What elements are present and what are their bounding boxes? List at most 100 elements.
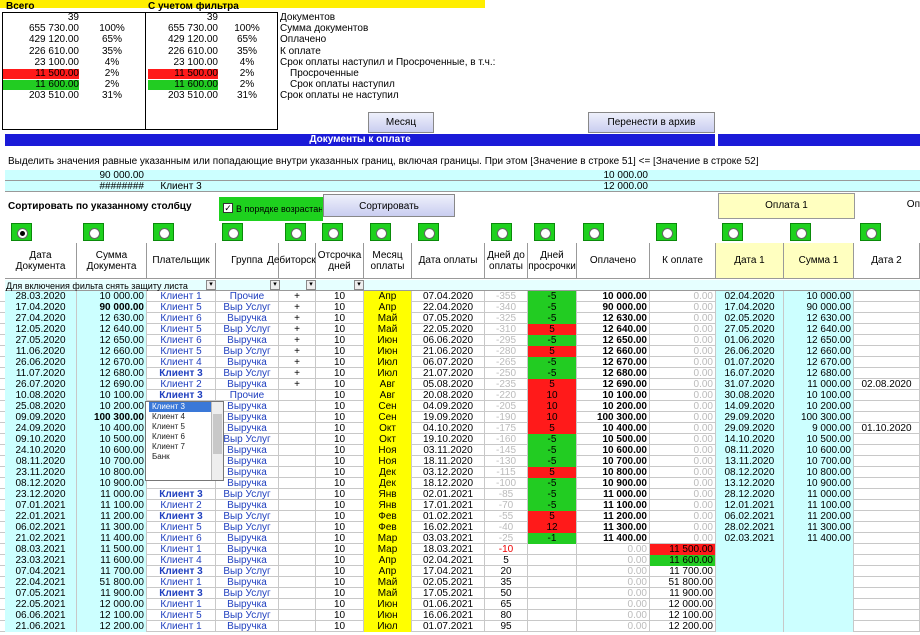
table-cell[interactable]: Клиент 4 bbox=[147, 555, 216, 566]
table-cell[interactable]: Прочие bbox=[216, 291, 279, 302]
table-cell[interactable]: 11 900.00 bbox=[77, 588, 147, 599]
table-cell[interactable]: 18.11.2020 bbox=[412, 456, 485, 467]
table-cell[interactable]: 06.02.2021 bbox=[5, 522, 77, 533]
sort-radio-9[interactable] bbox=[534, 223, 555, 241]
sort-radio-8[interactable] bbox=[491, 223, 512, 241]
table-cell[interactable]: Выручка bbox=[216, 544, 279, 555]
column-header-6[interactable]: Месяц оплаты bbox=[364, 243, 412, 279]
sort-radio-6[interactable] bbox=[370, 223, 391, 241]
table-cell[interactable]: Выр Услуг bbox=[216, 324, 279, 335]
table-cell[interactable]: 06.06.2020 bbox=[412, 335, 485, 346]
table-cell[interactable]: 11.07.2020 bbox=[5, 368, 77, 379]
table-cell[interactable]: 22.01.2021 bbox=[5, 511, 77, 522]
table-cell[interactable]: Выручка bbox=[216, 412, 279, 423]
table-cell[interactable]: 22.05.2021 bbox=[5, 599, 77, 610]
column-header-5[interactable]: Отсрочка дней bbox=[316, 243, 364, 279]
table-cell[interactable]: 24.10.2020 bbox=[5, 445, 77, 456]
table-cell[interactable]: Клиент 5 bbox=[147, 346, 216, 357]
table-cell[interactable]: 16.02.2021 bbox=[412, 522, 485, 533]
table-cell[interactable]: Выручка bbox=[216, 555, 279, 566]
table-cell[interactable]: 51 800.00 bbox=[77, 577, 147, 588]
table-cell[interactable]: 10 600.00 bbox=[77, 445, 147, 456]
month-button[interactable]: Месяц bbox=[368, 112, 434, 133]
sort-radio-0[interactable] bbox=[11, 223, 32, 241]
table-cell[interactable]: Выр Услуг bbox=[216, 489, 279, 500]
table-cell[interactable]: 08.12.2020 bbox=[5, 478, 77, 489]
table-cell[interactable]: 04.10.2020 bbox=[412, 423, 485, 434]
client-dropdown[interactable]: Клиент 3 Клиент 4 Клиент 5 Клиент 6 Клиент 7… bbox=[145, 401, 224, 481]
table-cell[interactable]: 17.04.2020 bbox=[5, 302, 77, 313]
table-cell[interactable]: Выручка bbox=[216, 445, 279, 456]
table-cell[interactable]: 22.05.2020 bbox=[412, 324, 485, 335]
table-cell[interactable]: 18.12.2020 bbox=[412, 478, 485, 489]
table-cell[interactable]: 12 200.00 bbox=[77, 621, 147, 632]
table-cell[interactable]: 12 000.00 bbox=[77, 599, 147, 610]
table-cell[interactable]: 12 640.00 bbox=[77, 324, 147, 335]
table-cell[interactable]: 11 400.00 bbox=[77, 533, 147, 544]
sort-radio-13[interactable] bbox=[790, 223, 811, 241]
table-cell[interactable]: Выр Услуг bbox=[216, 434, 279, 445]
table-cell[interactable]: 10 500.00 bbox=[77, 434, 147, 445]
column-header-12[interactable]: Дата 1 bbox=[716, 243, 784, 279]
table-cell[interactable]: Выр Услуг bbox=[216, 511, 279, 522]
table-cell[interactable]: 12 670.00 bbox=[77, 357, 147, 368]
table-cell[interactable]: Клиент 3 bbox=[147, 368, 216, 379]
table-cell[interactable]: 18.03.2021 bbox=[412, 544, 485, 555]
autofilter-button-2[interactable]: ▾ bbox=[306, 280, 316, 290]
table-cell[interactable]: Выручка bbox=[216, 313, 279, 324]
table-cell[interactable]: Клиент 3 bbox=[147, 511, 216, 522]
table-cell[interactable]: Клиент 1 bbox=[147, 621, 216, 632]
table-cell[interactable]: 07.05.2021 bbox=[5, 588, 77, 599]
column-header-10[interactable]: Оплачено bbox=[577, 243, 650, 279]
table-cell[interactable]: Выр Услуг bbox=[216, 368, 279, 379]
table-cell[interactable]: 10 800.00 bbox=[77, 467, 147, 478]
table-cell[interactable]: 07.04.2020 bbox=[412, 291, 485, 302]
table-cell[interactable]: 12 100.00 bbox=[77, 610, 147, 621]
table-cell[interactable]: Клиент 1 bbox=[147, 577, 216, 588]
table-cell[interactable]: 12 660.00 bbox=[77, 346, 147, 357]
table-cell[interactable]: 11 600.00 bbox=[77, 555, 147, 566]
table-cell[interactable]: Выручка bbox=[216, 456, 279, 467]
column-header-13[interactable]: Сумма 1 bbox=[784, 243, 854, 279]
table-cell[interactable]: 21.07.2020 bbox=[412, 368, 485, 379]
table-cell[interactable]: 06.07.2020 bbox=[412, 357, 485, 368]
table-cell[interactable]: Выр Услуг bbox=[216, 522, 279, 533]
table-cell[interactable]: 07.01.2021 bbox=[5, 500, 77, 511]
filter-sum-min[interactable]: 90 000.00 bbox=[78, 171, 145, 181]
table-cell[interactable]: 12 690.00 bbox=[77, 379, 147, 390]
table-cell[interactable]: 23.03.2021 bbox=[5, 555, 77, 566]
table-cell[interactable]: 01.07.2021 bbox=[412, 621, 485, 632]
table-cell[interactable]: Клиент 2 bbox=[147, 500, 216, 511]
table-cell[interactable]: 10 100.00 bbox=[77, 390, 147, 401]
column-header-4[interactable]: Дебиторская bbox=[267, 243, 327, 279]
table-cell[interactable]: 20.08.2020 bbox=[412, 390, 485, 401]
table-cell[interactable]: 02.04.2021 bbox=[412, 555, 485, 566]
filter-pay-min[interactable]: 10 000.00 bbox=[580, 171, 649, 181]
table-cell[interactable]: Клиент 3 bbox=[147, 390, 216, 401]
asc-checkbox[interactable]: ✓ bbox=[223, 203, 233, 213]
table-cell[interactable]: 16.06.2021 bbox=[412, 610, 485, 621]
table-cell[interactable]: Выручка bbox=[216, 467, 279, 478]
table-cell[interactable]: 17.01.2021 bbox=[412, 500, 485, 511]
autofilter-button-1[interactable]: ▾ bbox=[270, 280, 280, 290]
table-cell[interactable]: 11 700.00 bbox=[77, 566, 147, 577]
table-cell[interactable]: Клиент 5 bbox=[147, 324, 216, 335]
table-cell[interactable]: 27.04.2020 bbox=[5, 313, 77, 324]
table-cell[interactable]: 10 900.00 bbox=[77, 478, 147, 489]
table-cell[interactable]: 11 300.00 bbox=[77, 522, 147, 533]
table-cell[interactable]: Выручка bbox=[216, 621, 279, 632]
table-cell[interactable]: 09.09.2020 bbox=[5, 412, 77, 423]
table-cell[interactable]: 08.03.2021 bbox=[5, 544, 77, 555]
table-cell[interactable]: 02.05.2021 bbox=[412, 577, 485, 588]
table-cell[interactable]: 11 200.00 bbox=[77, 511, 147, 522]
column-header-11[interactable]: К оплате bbox=[650, 243, 716, 279]
table-cell[interactable]: 08.11.2020 bbox=[5, 456, 77, 467]
table-cell[interactable]: Выручка bbox=[216, 357, 279, 368]
column-header-8[interactable]: Дней до оплаты bbox=[485, 243, 528, 279]
table-cell[interactable]: Клиент 1 bbox=[147, 544, 216, 555]
table-cell[interactable]: 25.08.2020 bbox=[5, 401, 77, 412]
table-cell[interactable]: 11.06.2020 bbox=[5, 346, 77, 357]
table-cell[interactable]: Выручка bbox=[216, 500, 279, 511]
table-cell[interactable]: 11 100.00 bbox=[77, 500, 147, 511]
table-cell[interactable]: 27.05.2020 bbox=[5, 335, 77, 346]
